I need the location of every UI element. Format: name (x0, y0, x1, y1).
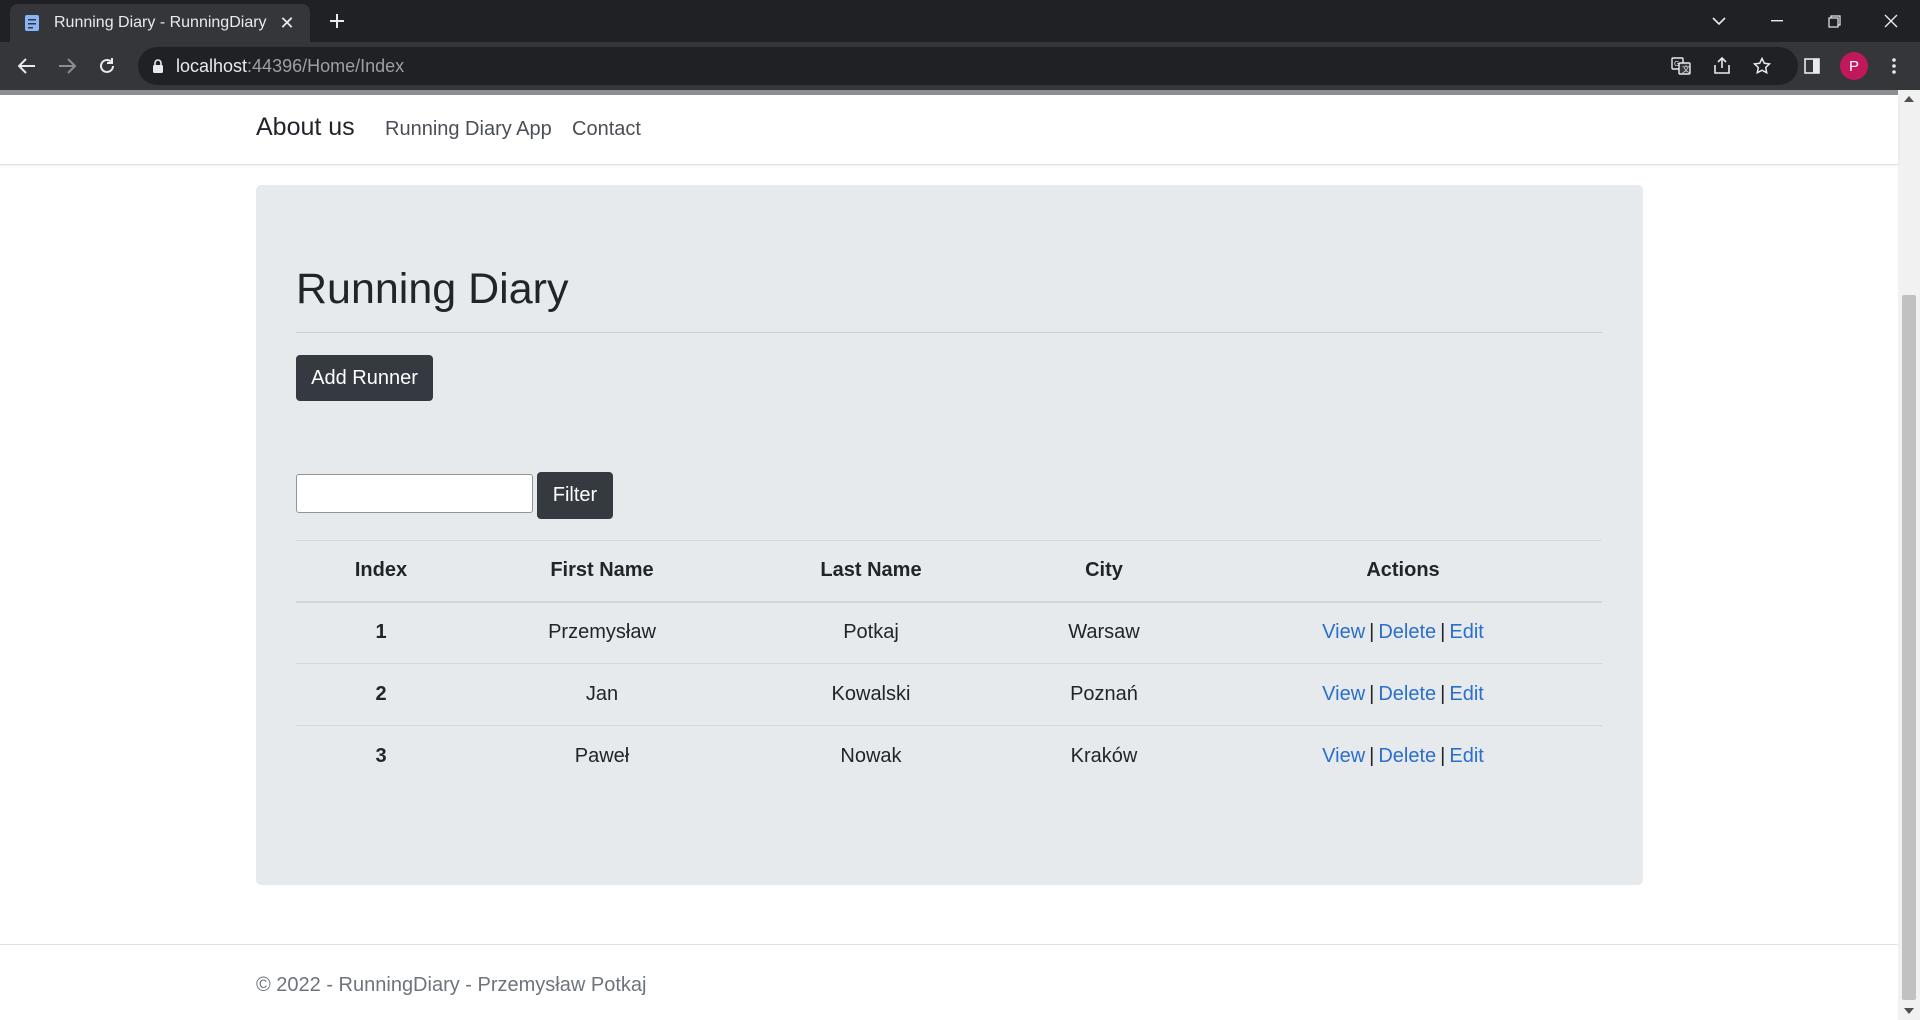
view-link[interactable]: View (1322, 683, 1365, 705)
footer-copyright: © 2022 - RunningDiary - Przemysław Potka… (256, 974, 647, 996)
cell-index: 2 (375, 683, 387, 705)
browser-titlebar: Running Diary - RunningDiary ✕ (0, 0, 1920, 42)
navbar-brand[interactable]: About us (256, 113, 355, 142)
cell-last-name: Nowak (840, 745, 902, 768)
cell-city: Warsaw (1068, 621, 1140, 644)
bookmark-star-icon[interactable] (1747, 51, 1777, 81)
svg-text:文: 文 (1682, 64, 1690, 74)
share-icon[interactable] (1707, 51, 1737, 81)
separator: | (1369, 745, 1375, 768)
tab-search-icon[interactable] (1690, 0, 1748, 42)
column-header-index: Index (354, 559, 408, 582)
nav-link-contact[interactable]: Contact (572, 118, 641, 141)
cell-index: 1 (375, 621, 387, 644)
new-tab-icon[interactable] (322, 6, 352, 36)
address-bar[interactable]: localhost:44396/Home/Index (138, 47, 1798, 85)
cell-first-name: Paweł (574, 745, 630, 768)
reload-icon[interactable] (92, 51, 122, 81)
browser-tab[interactable]: Running Diary - RunningDiary ✕ (10, 4, 310, 42)
document-icon (22, 13, 42, 33)
tab-title: Running Diary - RunningDiary (54, 14, 267, 31)
close-tab-icon[interactable]: ✕ (276, 13, 298, 34)
column-header-last-name: Last Name (820, 559, 922, 582)
table-row: 3 Paweł Nowak Kraków View | Delete | Edit (296, 726, 1602, 788)
edit-link[interactable]: Edit (1449, 745, 1483, 767)
restore-icon[interactable] (1805, 0, 1863, 42)
profile-avatar[interactable]: P (1840, 52, 1868, 80)
table-row: 1 Przemysław Potkaj Warsaw View | Delete | E… (296, 602, 1602, 664)
scroll-up-icon[interactable] (1904, 96, 1914, 102)
page-scrollbar[interactable] (1898, 90, 1920, 1020)
delete-link[interactable]: Delete (1378, 683, 1436, 705)
cell-actions: View | Delete | Edit (1204, 602, 1602, 664)
separator: | (1440, 683, 1446, 705)
minimize-icon[interactable] (1748, 0, 1806, 42)
delete-link[interactable]: Delete (1378, 745, 1436, 767)
cell-actions: View | Delete | Edit (1204, 726, 1602, 788)
url-text: localhost:44396/Home/Index (176, 55, 405, 76)
divider (296, 332, 1602, 333)
cell-city: Poznań (1070, 683, 1138, 705)
edit-link[interactable]: Edit (1449, 683, 1483, 705)
page-title: Running Diary (296, 265, 569, 313)
filter-button[interactable]: Filter (537, 472, 613, 519)
column-header-city: City (1085, 559, 1123, 582)
table-header-row: Index First Name Last Name City Actions (296, 540, 1602, 602)
nav-link-running-diary-app[interactable]: Running Diary App (385, 118, 552, 141)
close-window-icon[interactable] (1862, 0, 1920, 42)
browser-toolbar: localhost:44396/Home/Index 文G P (0, 42, 1920, 90)
separator: | (1369, 621, 1375, 644)
main-panel: Running Diary Add Runner Filter Index Fi… (256, 185, 1643, 885)
cell-city: Kraków (1070, 745, 1138, 768)
filter-input[interactable] (296, 474, 533, 513)
column-header-actions: Actions (1366, 559, 1440, 582)
scroll-down-icon[interactable] (1904, 1008, 1914, 1014)
view-link[interactable]: View (1322, 745, 1365, 767)
runners-table: Index First Name Last Name City Actions … (296, 540, 1602, 788)
separator: | (1369, 683, 1375, 705)
delete-link[interactable]: Delete (1378, 621, 1436, 643)
svg-text:G: G (1674, 60, 1679, 68)
separator: | (1440, 621, 1446, 644)
add-runner-button[interactable]: Add Runner (296, 355, 433, 401)
back-icon[interactable] (12, 51, 42, 81)
lock-icon[interactable] (152, 59, 164, 73)
side-panel-icon[interactable] (1797, 51, 1827, 81)
translate-icon[interactable]: 文G (1666, 51, 1696, 81)
forward-icon[interactable] (52, 51, 82, 81)
site-navbar: About us Running Diary App Contact (0, 95, 1898, 165)
view-link[interactable]: View (1322, 621, 1365, 643)
column-header-first-name: First Name (550, 559, 654, 582)
cell-index: 3 (375, 745, 387, 768)
menu-kebab-icon[interactable] (1879, 51, 1909, 81)
cell-last-name: Potkaj (843, 621, 899, 644)
table-row: 2 Jan Kowalski Poznań View | Delete | Edit (296, 664, 1602, 726)
scroll-thumb[interactable] (1902, 295, 1916, 1000)
edit-link[interactable]: Edit (1449, 621, 1483, 643)
separator: | (1440, 745, 1446, 768)
cell-last-name: Kowalski (831, 683, 911, 705)
site-footer: © 2022 - RunningDiary - Przemysław Potka… (0, 944, 1898, 1020)
cell-actions: View | Delete | Edit (1204, 664, 1602, 726)
cell-first-name: Jan (585, 683, 619, 705)
cell-first-name: Przemysław (548, 621, 656, 644)
